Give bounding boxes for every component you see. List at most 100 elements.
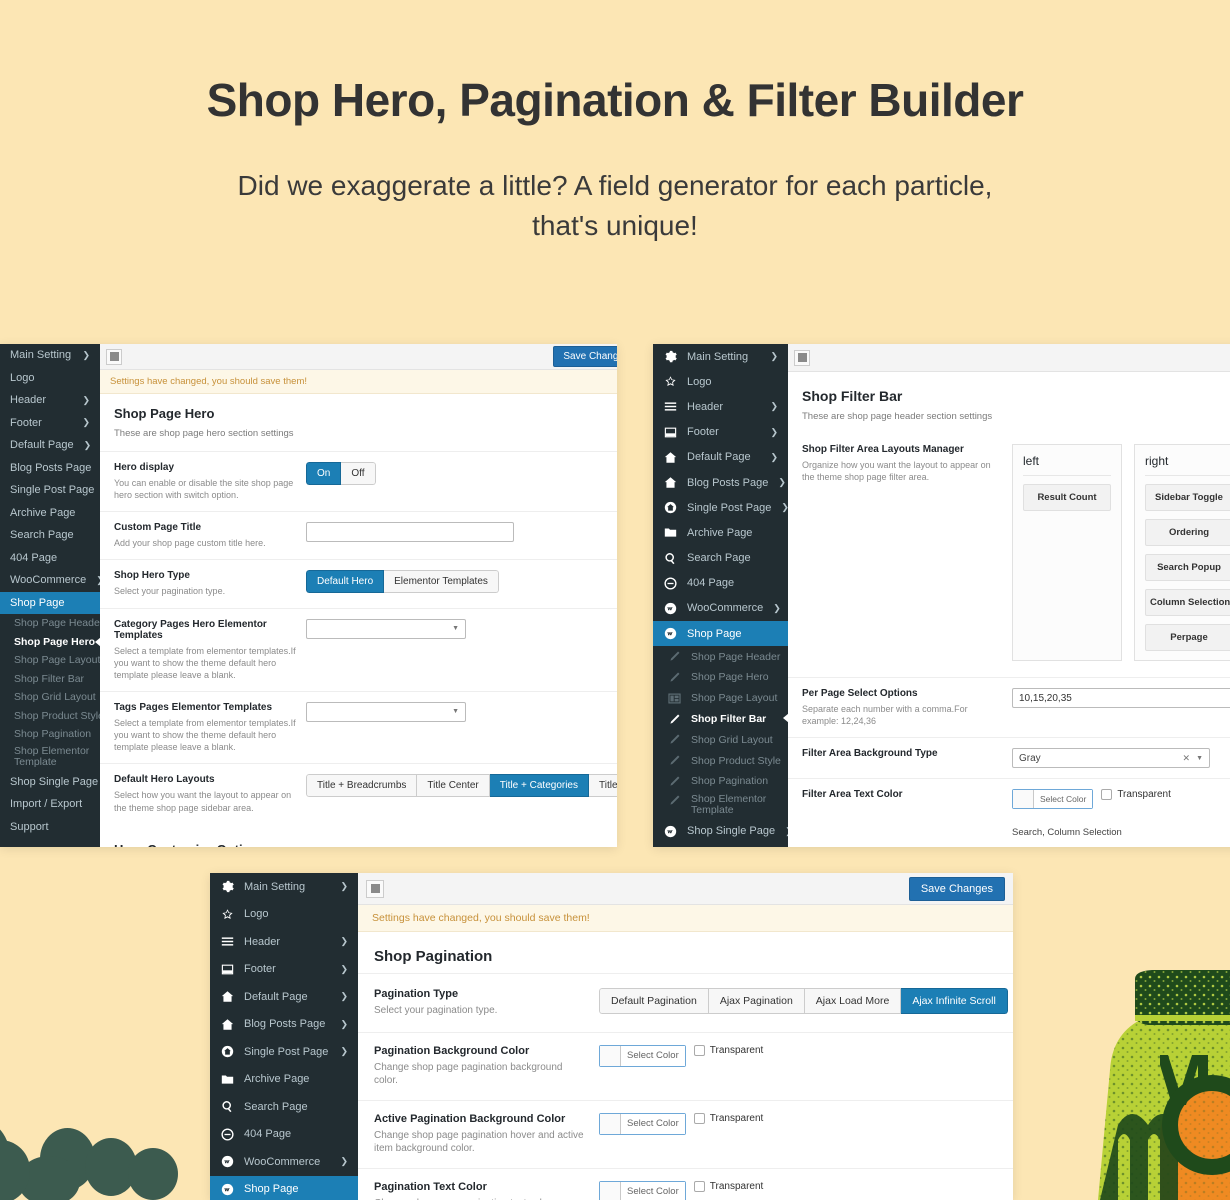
tags-template-select[interactable]: ▼ bbox=[306, 701, 466, 722]
sidebar-item-shop-page[interactable]: Shop Page bbox=[0, 591, 100, 614]
sidebar-item-woocommerce[interactable]: WooCommerce❯ bbox=[0, 569, 100, 592]
option-default-hero[interactable]: Default Hero bbox=[306, 570, 385, 594]
sidebar-item-blog-posts-page[interactable]: Blog Posts Page❯ bbox=[210, 1011, 358, 1039]
sidebar-item-woocommerce[interactable]: WooCommerce❯ bbox=[653, 596, 788, 621]
sidebar-item-default-page[interactable]: Default Page ❯ bbox=[653, 445, 788, 470]
custom-page-title-input[interactable] bbox=[306, 522, 514, 543]
layout-item-perpage[interactable]: Perpage bbox=[1145, 624, 1230, 651]
sidebar-item-single-post-page[interactable]: Single Post Page❯ bbox=[210, 1038, 358, 1066]
sidebar-item-shop-page[interactable]: Shop Page bbox=[653, 621, 788, 647]
option-on[interactable]: On bbox=[306, 462, 342, 485]
option-ajax-infinite-scroll[interactable]: Ajax Infinite Scroll bbox=[901, 988, 1008, 1014]
sidebar-item-support[interactable]: Support bbox=[0, 816, 100, 839]
option-elementor-templates[interactable]: Elementor Templates bbox=[384, 570, 499, 594]
sidebar-item-import-export[interactable]: Import / Export bbox=[0, 793, 100, 816]
sidebar-item-shop-page-layout[interactable]: Shop Page Layout bbox=[653, 688, 788, 709]
checkbox-box[interactable] bbox=[1101, 789, 1113, 801]
category-template-select[interactable]: ▼ bbox=[306, 618, 466, 639]
sidebar-item-shop-page-hero[interactable]: Shop Page Hero bbox=[653, 667, 788, 688]
sidebar-item-shop-grid-layout[interactable]: Shop Grid Layout bbox=[653, 729, 788, 750]
sidebar-item-404-page[interactable]: 404 Page bbox=[0, 547, 100, 570]
sidebar-item-header[interactable]: Header ❯ bbox=[653, 394, 788, 419]
sidebar-item-default-page[interactable]: Default Page ❯ bbox=[210, 983, 358, 1011]
sidebar-item-shop-filter-bar[interactable]: Shop Filter Bar bbox=[653, 709, 788, 730]
sidebar-item-shop-page-header[interactable]: Shop Page Header bbox=[0, 614, 100, 633]
sidebar-item-search-page[interactable]: Search Page bbox=[0, 524, 100, 547]
hero-display-toggle[interactable]: On Off bbox=[306, 462, 376, 485]
option-off[interactable]: Off bbox=[341, 462, 376, 485]
sidebar-item-blog-posts-page[interactable]: Blog Posts Page❯ bbox=[0, 457, 100, 480]
option-title-categories-slider[interactable]: Title + Categories Sli bbox=[589, 774, 617, 798]
sidebar-item-shop-filter-bar[interactable]: Shop Filter Bar bbox=[0, 670, 100, 689]
filter-text-color-picker[interactable]: Select Color bbox=[1012, 789, 1094, 810]
option-ajax-load-more[interactable]: Ajax Load More bbox=[804, 988, 902, 1014]
save-button[interactable]: Save Changes bbox=[908, 876, 1005, 901]
clear-icon[interactable]: ✕ bbox=[1183, 753, 1191, 764]
sidebar-item-shop-grid-layout[interactable]: Shop Grid Layout bbox=[0, 688, 100, 707]
sidebar-item-404-page[interactable]: 404 Page bbox=[210, 1121, 358, 1149]
sidebar-item-archive-page[interactable]: Archive Page bbox=[0, 502, 100, 525]
sidebar-item-404-page[interactable]: 404 Page bbox=[653, 571, 788, 596]
pagination-bg-transparent-checkbox[interactable]: Transparent bbox=[693, 1044, 763, 1056]
sidebar-item-search-page[interactable]: Search Page bbox=[210, 1093, 358, 1121]
sidebar-item-shop-pagination[interactable]: Shop Pagination bbox=[653, 771, 788, 792]
active-pagination-bg-color-picker[interactable]: Select Color bbox=[599, 1112, 686, 1135]
sidebar-item-footer[interactable]: Footer ❯ bbox=[210, 956, 358, 984]
sidebar-item-logo[interactable]: Logo bbox=[210, 901, 358, 929]
pagination-bg-color-picker[interactable]: Select Color bbox=[599, 1044, 686, 1067]
layout-item-sidebar-toggle[interactable]: Sidebar Toggle bbox=[1145, 484, 1230, 511]
option-title-categories[interactable]: Title + Categories bbox=[489, 774, 589, 798]
layout-item-ordering[interactable]: Ordering bbox=[1145, 519, 1230, 546]
sidebar-item-logo[interactable]: Logo bbox=[653, 369, 788, 394]
layout-column-left[interactable]: left Result Count bbox=[1012, 444, 1122, 661]
option-default-pagination[interactable]: Default Pagination bbox=[599, 988, 709, 1014]
pagination-text-transparent-checkbox[interactable]: Transparent bbox=[693, 1180, 763, 1192]
sidebar-item-archive-page[interactable]: Archive Page bbox=[210, 1066, 358, 1094]
active-pagination-bg-transparent-checkbox[interactable]: Transparent bbox=[693, 1112, 763, 1124]
sidebar-item-search-page[interactable]: Search Page bbox=[653, 546, 788, 571]
sidebar-item-footer[interactable]: Footer ❯ bbox=[0, 412, 100, 435]
sidebar-item-shop-product-style[interactable]: Shop Product Style bbox=[0, 707, 100, 726]
option-ajax-pagination[interactable]: Ajax Pagination bbox=[708, 988, 805, 1014]
sidebar-item-main-setting[interactable]: Main Setting ❯ bbox=[0, 344, 100, 367]
sidebar-item-shop-single-page[interactable]: Shop Single Page❯ bbox=[0, 771, 100, 794]
sidebar-item-shop-single-page[interactable]: Shop Single Page❯ bbox=[653, 819, 788, 844]
sidebar-item-shop-page[interactable]: Shop Page bbox=[210, 1175, 358, 1200]
checkbox-box[interactable] bbox=[693, 1112, 705, 1124]
option-title-center[interactable]: Title Center bbox=[417, 774, 490, 798]
sidebar-item-logo[interactable]: Logo bbox=[0, 367, 100, 390]
sidebar-item-default-page[interactable]: Default Page ❯ bbox=[0, 434, 100, 457]
layout-item-search-popup[interactable]: Search Popup bbox=[1145, 554, 1230, 581]
sidebar-item-footer[interactable]: Footer ❯ bbox=[653, 420, 788, 445]
sidebar-item-shop-page-layout[interactable]: Shop Page Layout bbox=[0, 651, 100, 670]
sidebar-item-woocommerce[interactable]: WooCommerce❯ bbox=[210, 1148, 358, 1176]
sidebar-item-single-post-page[interactable]: Single Post Page❯ bbox=[0, 479, 100, 502]
expand-icon[interactable] bbox=[366, 879, 384, 898]
checkbox-box[interactable] bbox=[693, 1180, 705, 1192]
layout-item-column-selection[interactable]: Column Selection bbox=[1145, 589, 1230, 616]
expand-icon[interactable] bbox=[794, 349, 810, 366]
per-page-input[interactable]: 10,15,20,35 bbox=[1012, 688, 1230, 708]
sidebar-item-shop-product-style[interactable]: Shop Product Style bbox=[653, 750, 788, 771]
sidebar-item-shop-elementor-template[interactable]: Shop Elementor Template bbox=[653, 792, 788, 819]
pagination-type-group[interactable]: Default Pagination Ajax Pagination Ajax … bbox=[599, 988, 1008, 1014]
sidebar-item-header[interactable]: Header ❯ bbox=[210, 928, 358, 956]
sidebar-item-shop-page-hero[interactable]: Shop Page Hero bbox=[0, 633, 100, 652]
sidebar-item-import-export[interactable]: Import / Export bbox=[653, 844, 788, 847]
save-button[interactable]: Save Changes bbox=[553, 346, 617, 367]
shop-hero-type-group[interactable]: Default Hero Elementor Templates bbox=[306, 570, 499, 594]
sidebar-item-main-setting[interactable]: Main Setting ❯ bbox=[210, 873, 358, 901]
sidebar-item-header[interactable]: Header ❯ bbox=[0, 389, 100, 412]
sidebar-item-single-post-page[interactable]: Single Post Page❯ bbox=[653, 495, 788, 520]
layout-column-right[interactable]: right Sidebar Toggle Ordering Search Pop… bbox=[1134, 444, 1230, 661]
sidebar-item-blog-posts-page[interactable]: Blog Posts Page❯ bbox=[653, 470, 788, 495]
expand-icon[interactable] bbox=[106, 348, 122, 365]
layout-item-result-count[interactable]: Result Count bbox=[1023, 484, 1111, 511]
sidebar-item-shop-page-header[interactable]: Shop Page Header bbox=[653, 646, 788, 667]
filter-bg-type-select[interactable]: Gray ✕ ▼ bbox=[1012, 748, 1210, 769]
sidebar-item-main-setting[interactable]: Main Setting ❯ bbox=[653, 344, 788, 369]
filter-text-transparent-checkbox[interactable]: Transparent bbox=[1101, 789, 1171, 801]
pagination-text-color-picker[interactable]: Select Color bbox=[599, 1180, 686, 1200]
sidebar-item-shop-elementor-template[interactable]: Shop Elementor Template bbox=[0, 744, 100, 771]
default-hero-layouts-group[interactable]: Title + Breadcrumbs Title Center Title +… bbox=[306, 774, 617, 798]
